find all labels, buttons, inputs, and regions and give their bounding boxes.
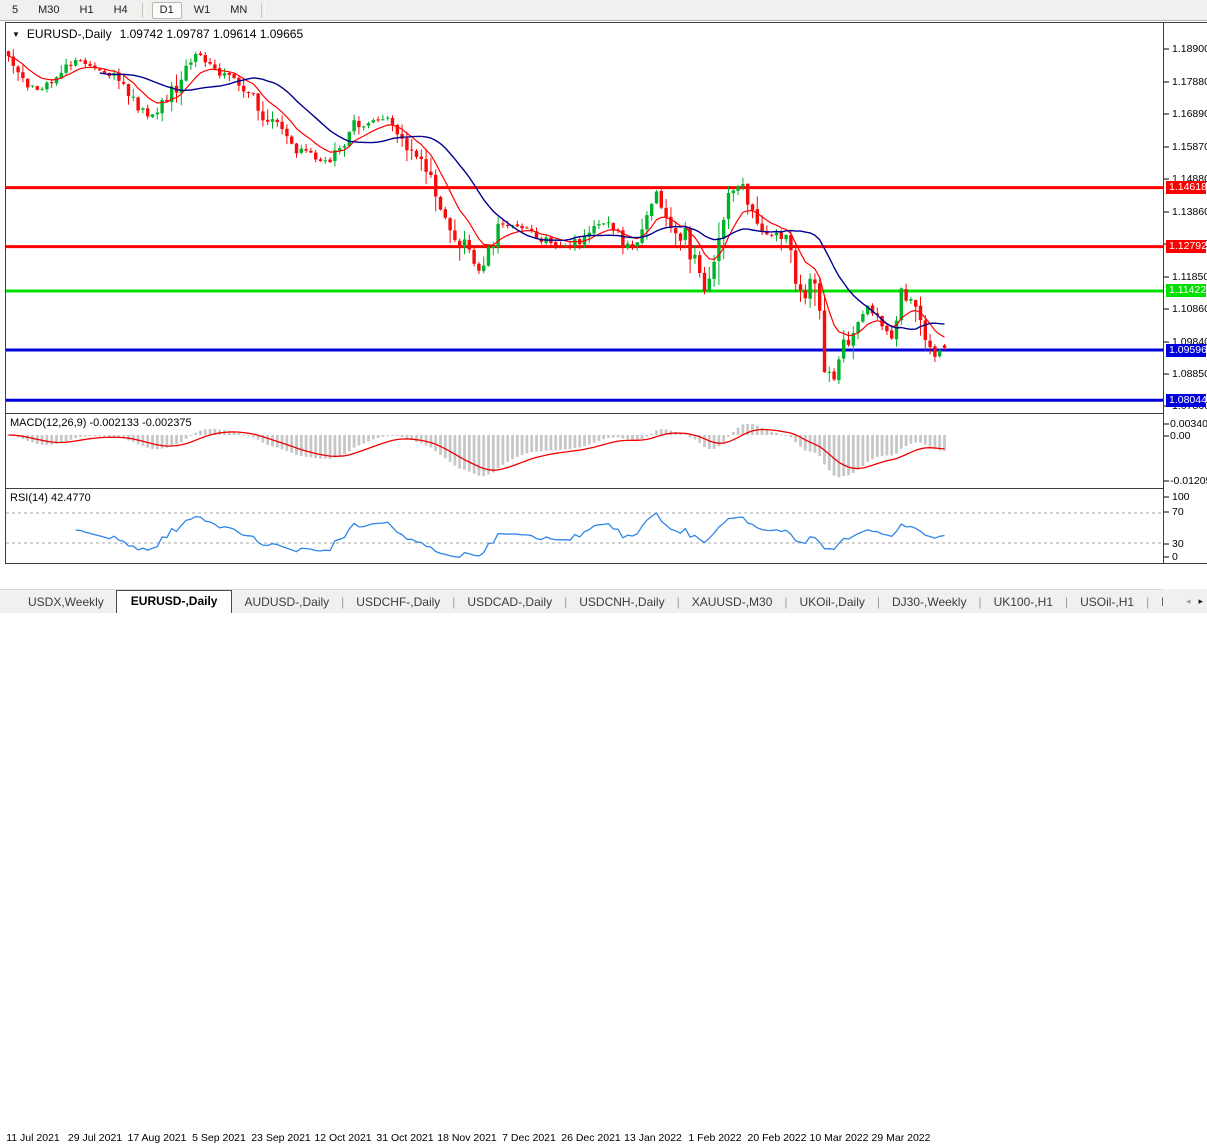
date-label: 18 Nov 2021 xyxy=(437,1132,497,1144)
trading-app-window: 5M30H1H4D1W1MN ▼ EURUSD-,Daily 1.09742 1… xyxy=(0,0,1207,613)
date-label: 10 Mar 2022 xyxy=(810,1132,869,1144)
tab-dj30-weekly[interactable]: DJ30-,Weekly xyxy=(880,592,978,613)
price-tick-label: 1.11850 xyxy=(1172,271,1207,283)
ohlc-quote: 1.09742 1.09787 1.09614 1.09665 xyxy=(120,27,304,41)
tab-eurusd-daily[interactable]: EURUSD-,Daily xyxy=(116,590,233,613)
date-label: 29 Jul 2021 xyxy=(68,1132,122,1144)
price-tick-label: 1.13860 xyxy=(1172,206,1207,218)
tab-usdx-weekly[interactable]: USDX,Weekly xyxy=(16,592,116,613)
rsi-axis-label: 70 xyxy=(1172,506,1184,518)
date-label: 13 Jan 2022 xyxy=(624,1132,682,1144)
rsi-label: RSI(14) 42.4770 xyxy=(10,492,91,504)
macd-axis-label: 0.003408 xyxy=(1170,418,1207,430)
symbol-dropdown-icon[interactable]: ▼ xyxy=(12,30,20,39)
chart-window-frame xyxy=(6,23,1164,564)
rsi-axis-label: 30 xyxy=(1172,538,1184,550)
rsi-axis-label: 100 xyxy=(1172,491,1190,503)
price-tick-label: 1.18900 xyxy=(1172,43,1207,55)
date-label: 12 Oct 2021 xyxy=(314,1132,371,1144)
chart-canvas[interactable] xyxy=(0,0,1207,613)
price-tick-label: 1.08850 xyxy=(1172,368,1207,380)
price-tick-label: 1.10860 xyxy=(1172,303,1207,315)
macd-label: MACD(12,26,9) -0.002133 -0.002375 xyxy=(10,417,192,429)
price-level-badge-1.14618: 1.14618 xyxy=(1166,181,1206,194)
date-label: 11 Jul 2021 xyxy=(6,1132,60,1144)
price-level-badge-1.11422: 1.11422 xyxy=(1166,284,1206,297)
date-label: 26 Dec 2021 xyxy=(561,1132,621,1144)
date-label: 1 Feb 2022 xyxy=(688,1132,741,1144)
tab-usoil-h1[interactable]: USOil-,H1 xyxy=(1068,592,1146,613)
date-label: 7 Dec 2021 xyxy=(502,1132,556,1144)
tab-usdcnh-daily[interactable]: USDCNH-,Daily xyxy=(567,592,676,613)
price-tick-label: 1.16890 xyxy=(1172,108,1207,120)
rsi-axis-label: 0 xyxy=(1172,551,1178,563)
symbol-label: EURUSD-,Daily xyxy=(27,27,112,41)
macd-axis-label: 0.00 xyxy=(1170,430,1190,442)
date-label: 23 Sep 2021 xyxy=(251,1132,311,1144)
tab-bar: USDX,WeeklyEURUSD-,DailyAUDUSD-,Daily|US… xyxy=(0,589,1207,613)
tab-xauusd-m30[interactable]: XAUUSD-,M30 xyxy=(680,592,785,613)
date-label: 29 Mar 2022 xyxy=(872,1132,931,1144)
chart-title: ▼ EURUSD-,Daily 1.09742 1.09787 1.09614 … xyxy=(12,27,303,41)
tab-scroll-right-icon[interactable]: ▸ xyxy=(1198,596,1203,607)
macd-axis-label: -0.01205 xyxy=(1170,475,1207,487)
tab-scroll-left-icon[interactable]: ◂ xyxy=(1186,596,1191,607)
price-level-badge-1.12792: 1.12792 xyxy=(1166,240,1206,253)
date-label: 17 Aug 2021 xyxy=(128,1132,187,1144)
date-label: 31 Oct 2021 xyxy=(376,1132,433,1144)
price-level-badge-1.09596: 1.09596 xyxy=(1166,344,1206,357)
tab-usdchf-daily[interactable]: USDCHF-,Daily xyxy=(344,592,452,613)
price-tick-label: 1.15870 xyxy=(1172,141,1207,153)
price-level-badge-1.08044: 1.08044 xyxy=(1166,394,1206,407)
date-axis[interactable]: 11 Jul 202129 Jul 202117 Aug 20215 Sep 2… xyxy=(0,564,1207,588)
tab-ukoil-daily[interactable]: UKOil-,Daily xyxy=(788,592,877,613)
date-label: 20 Feb 2022 xyxy=(748,1132,807,1144)
date-label: 5 Sep 2021 xyxy=(192,1132,246,1144)
tab-uk100-h1[interactable]: UK100-,H1 xyxy=(982,592,1065,613)
tab-scroll-controls: ◂ ▸ xyxy=(1163,589,1207,613)
tab-usdcad-daily[interactable]: USDCAD-,Daily xyxy=(455,592,564,613)
tab-audusd-daily[interactable]: AUDUSD-,Daily xyxy=(232,592,341,613)
price-tick-label: 1.17880 xyxy=(1172,76,1207,88)
